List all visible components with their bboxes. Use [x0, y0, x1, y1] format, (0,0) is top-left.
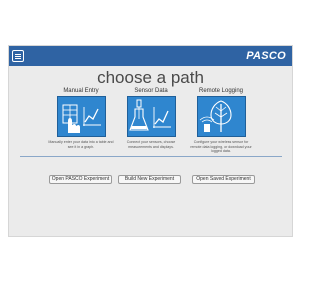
menu-button[interactable] — [12, 50, 24, 62]
pasco-logo: PASCO — [246, 50, 286, 62]
path-description: Configure your wireless sensor for remot… — [190, 140, 252, 154]
hand-table-graph-icon — [62, 104, 101, 133]
menu-icon-line — [15, 53, 21, 55]
open-pasco-experiment-button[interactable]: Open PASCO Experiment — [49, 175, 112, 184]
section-divider — [20, 156, 282, 157]
path-label: Remote Logging — [198, 88, 244, 94]
app-header: PASCO — [9, 46, 292, 66]
path-label: Sensor Data — [134, 88, 168, 94]
remote-logging-tile[interactable] — [196, 96, 246, 137]
path-manual-entry[interactable]: Manual Entry Manually enter your data in… — [46, 88, 116, 149]
page-title: choose a path — [97, 68, 204, 87]
menu-icon-line — [15, 57, 21, 59]
build-new-experiment-button[interactable]: Build New Experiment — [118, 175, 181, 184]
tree-sensor-icon — [199, 100, 232, 132]
path-label: Manual Entry — [63, 88, 99, 94]
path-remote-logging[interactable]: Remote Logging Configure your wireless s… — [186, 88, 256, 154]
manual-entry-tile[interactable] — [56, 96, 106, 137]
app-window: PASCO choose a path Manual Entry Manuall… — [9, 46, 292, 236]
path-sensor-data[interactable]: Sensor Data Connect your sensors, choose… — [116, 88, 186, 149]
open-saved-experiment-button[interactable]: Open Saved Experiment — [192, 175, 255, 184]
sensor-data-tile[interactable] — [126, 96, 176, 137]
path-description: Connect your sensors, choose measurement… — [126, 140, 176, 149]
path-description: Manually enter your data into a table an… — [48, 140, 114, 149]
menu-icon-line — [15, 55, 21, 57]
flask-graph-icon — [128, 99, 171, 131]
